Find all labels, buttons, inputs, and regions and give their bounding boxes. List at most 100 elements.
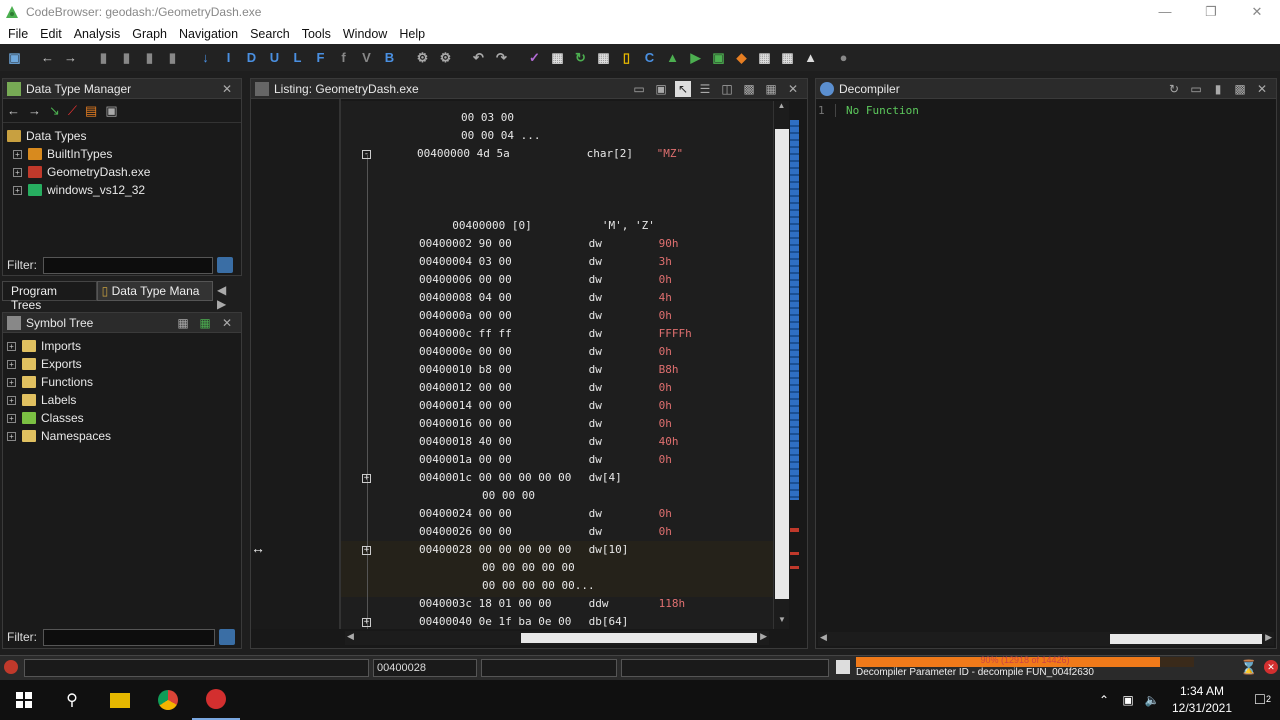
listing-row[interactable]: 00400002 90 00 dw 90h [341,235,678,253]
scroll-left-icon[interactable]: ◀ [820,632,827,643]
menu-file[interactable]: File [2,27,34,41]
chrome-icon[interactable] [144,680,192,720]
tree-item-functions[interactable]: + Functions [7,373,237,391]
ghidra-taskbar-icon[interactable] [192,680,240,720]
save-icon[interactable]: ▣ [4,47,25,68]
listing-row[interactable]: 00400026 00 00 dw 0h [341,523,672,541]
volume-muted-icon[interactable]: 🔈 [1140,680,1164,720]
nav-function-button[interactable]: F [310,47,331,68]
cursor-icon[interactable]: ↖ [675,80,691,97]
listing-row[interactable]: 0040000a 00 00 dw 0h [341,307,672,325]
filter-options-icon[interactable] [219,629,235,645]
tool-icon[interactable]: ▦ [547,47,568,68]
tool-icon[interactable]: ⚙ [412,47,433,68]
doc-icon[interactable]: ▮ [139,47,160,68]
scroll-down-icon[interactable]: ▼ [774,615,790,629]
table-icon[interactable]: ▦ [777,47,798,68]
minimize-button[interactable]: — [1142,4,1188,19]
tree-item-imports[interactable]: + Imports [7,337,237,355]
tab-program-trees[interactable]: Program Trees [2,281,97,312]
listing-row[interactable]: 0040000e 00 00 dw 0h [341,343,672,361]
copy-icon[interactable]: ▭ [1188,81,1204,97]
listing-row[interactable]: 00 00 04 ... [341,127,540,145]
listing-row[interactable]: 00400010 b8 00 dw B8h [341,361,678,379]
menu-graph[interactable]: Graph [126,27,173,41]
tab-scroll-arrows[interactable]: ◀ ▶ [213,281,242,311]
tree-item-classes[interactable]: + Classes [7,409,237,427]
listing-row[interactable]: 00 00 00 00 00 [341,559,575,577]
redo-icon[interactable]: ↷ [491,47,512,68]
down-arrow-icon[interactable]: ↓ [195,47,216,68]
expand-icon[interactable]: + [13,185,22,195]
folder-icon[interactable]: ▯ [616,47,637,68]
close-button[interactable]: ✕ [1234,4,1280,20]
decompiler-code[interactable]: 1 No Function [816,101,1276,631]
show-hidden-icons-chevron-icon[interactable]: ⌃ [1092,680,1116,720]
listing-row[interactable]: 00400016 00 00 dw 0h [341,415,672,433]
close-icon[interactable]: ✕ [785,81,801,97]
nav-f-icon[interactable]: f [333,47,354,68]
network-icon[interactable]: ▣ [1116,680,1140,720]
filter-options-icon[interactable] [217,257,233,273]
snapshot-icon[interactable]: ▩ [741,81,757,97]
listing-vertical-scrollbar[interactable]: ▲ ▼ [773,101,789,629]
listing-row[interactable]: 00 00 00 [341,487,535,505]
tree-icon[interactable]: ▲ [800,47,821,68]
tree-item-namespaces[interactable]: + Namespaces [7,427,237,445]
nav-bookmark-button[interactable]: B [379,47,400,68]
scroll-thumb[interactable] [775,129,789,599]
arrow-icon[interactable]: ↘ [49,103,60,119]
tool-icon[interactable]: ⚙ [435,47,456,68]
expand-icon[interactable]: + [13,167,22,177]
scroll-thumb[interactable] [1110,634,1262,644]
listing-row[interactable]: 00 00 00 00 00... [341,577,595,595]
graph-icon[interactable]: ▲ [662,47,683,68]
back-icon[interactable]: ← [7,103,20,118]
forward-icon[interactable]: → [28,103,41,118]
cancel-task-icon[interactable]: ✕ [1264,660,1278,674]
listing-row[interactable]: 00400012 00 00 dw 0h [341,379,672,397]
expand-icon[interactable]: + [7,431,16,441]
menu-navigation[interactable]: Navigation [173,27,244,41]
expand-icon[interactable]: + [7,413,16,423]
expand-icon[interactable]: + [362,545,371,555]
scroll-thumb[interactable] [521,633,757,643]
listing-row[interactable]: +0040001c 00 00 00 00 00 dw[4] [341,469,622,487]
scroll-up-icon[interactable]: ▲ [774,101,789,115]
expand-icon[interactable]: + [362,617,371,627]
collapse-icon[interactable]: ▣ [105,103,117,119]
menu-search[interactable]: Search [244,27,296,41]
dtm-filter-input[interactable] [43,256,213,274]
expand-icon[interactable]: + [13,149,22,159]
listing-row[interactable]: 0040000c ff ff dw FFFFh [341,325,692,343]
scroll-right-icon[interactable]: ▶ [1265,632,1272,643]
menu-window[interactable]: Window [337,27,393,41]
tree-item-exports[interactable]: + Exports [7,355,237,373]
tree-tool-icon[interactable]: ▦ [175,315,191,331]
nav-undefined-button[interactable]: U [264,47,285,68]
expand-icon[interactable]: + [7,395,16,405]
doc-icon[interactable]: ▮ [162,47,183,68]
menu-tools[interactable]: Tools [296,27,337,41]
image-icon[interactable]: ▦ [593,47,614,68]
diamond-icon[interactable]: ◆ [731,47,752,68]
listing-code[interactable]: 00 03 00 00 00 04 ... -00400000 4d 5a cha… [341,101,773,629]
symbol-filter-input[interactable] [43,628,215,646]
scroll-left-icon[interactable]: ◀ [347,631,354,642]
listing-row[interactable]: 00400000 [0] 'M', 'Z' [341,217,655,235]
listing-row[interactable]: +00400040 0e 1f ba 0e 00 db[64] [341,613,628,629]
listing-row[interactable]: 00400006 00 00 dw 0h [341,271,672,289]
refresh-icon[interactable]: ↻ [1166,81,1182,97]
search-icon[interactable]: ⚲ [48,680,96,720]
no-icon[interactable]: ⟋ [68,103,77,119]
forward-icon[interactable]: → [60,47,81,68]
tree-item-labels[interactable]: + Labels [7,391,237,409]
doc-icon[interactable]: ▮ [116,47,137,68]
sort-icon[interactable]: ▤ [85,103,97,119]
paste-icon[interactable]: ▣ [653,81,669,97]
expand-icon[interactable]: + [7,377,16,387]
maximize-button[interactable]: ❐ [1188,4,1234,20]
expand-icon[interactable]: + [7,359,16,369]
listing-row[interactable]: 0040003c 18 01 00 00 ddw 118h [341,595,685,613]
nav-instruction-button[interactable]: I [218,47,239,68]
